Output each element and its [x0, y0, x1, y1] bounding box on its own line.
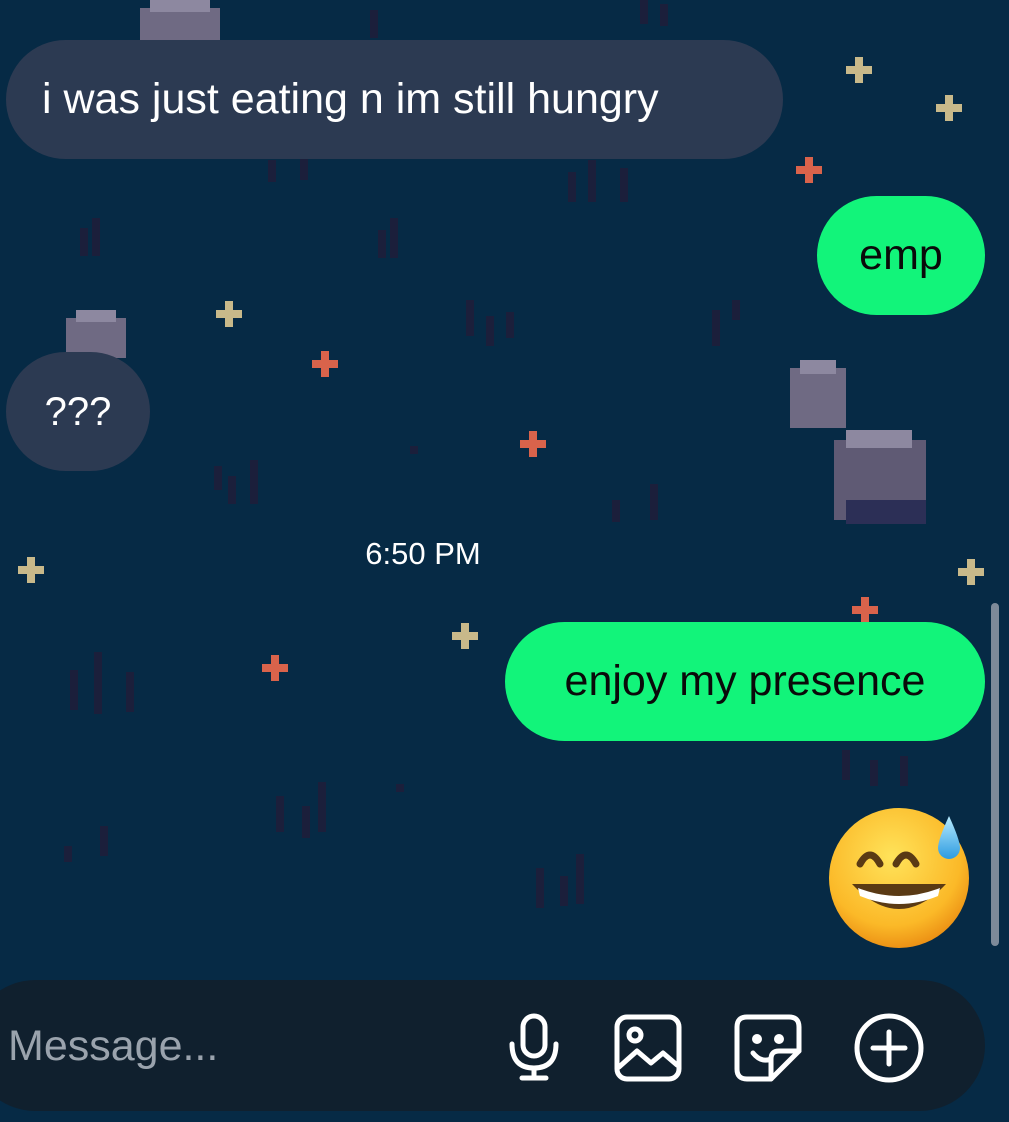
- sticker-icon: [734, 1014, 802, 1082]
- gallery-icon: [614, 1014, 682, 1082]
- sticker-button[interactable]: [728, 1008, 808, 1088]
- chat-thread[interactable]: i was just eating n im still hungry emp …: [0, 0, 1009, 1122]
- incoming-message-bubble[interactable]: i was just eating n im still hungry: [6, 40, 783, 159]
- gallery-button[interactable]: [608, 1008, 688, 1088]
- message-text: i was just eating n im still hungry: [42, 75, 659, 123]
- message-text: emp: [859, 231, 943, 279]
- outgoing-message-bubble[interactable]: enjoy my presence: [505, 622, 985, 741]
- message-text: ???: [44, 389, 112, 434]
- voice-message-button[interactable]: [494, 1008, 574, 1088]
- message-timestamp: 6:50 PM: [365, 536, 481, 571]
- plus-circle-icon: [854, 1013, 924, 1083]
- message-text: enjoy my presence: [564, 657, 926, 705]
- outgoing-message-bubble[interactable]: emp: [817, 196, 985, 315]
- microphone-icon: [509, 1013, 559, 1081]
- grinning-face-with-sweat-emoji[interactable]: [826, 808, 976, 948]
- more-options-button[interactable]: [849, 1008, 929, 1088]
- incoming-message-bubble[interactable]: ???: [6, 352, 150, 471]
- message-input[interactable]: [8, 1003, 478, 1089]
- scrollbar[interactable]: [991, 603, 999, 946]
